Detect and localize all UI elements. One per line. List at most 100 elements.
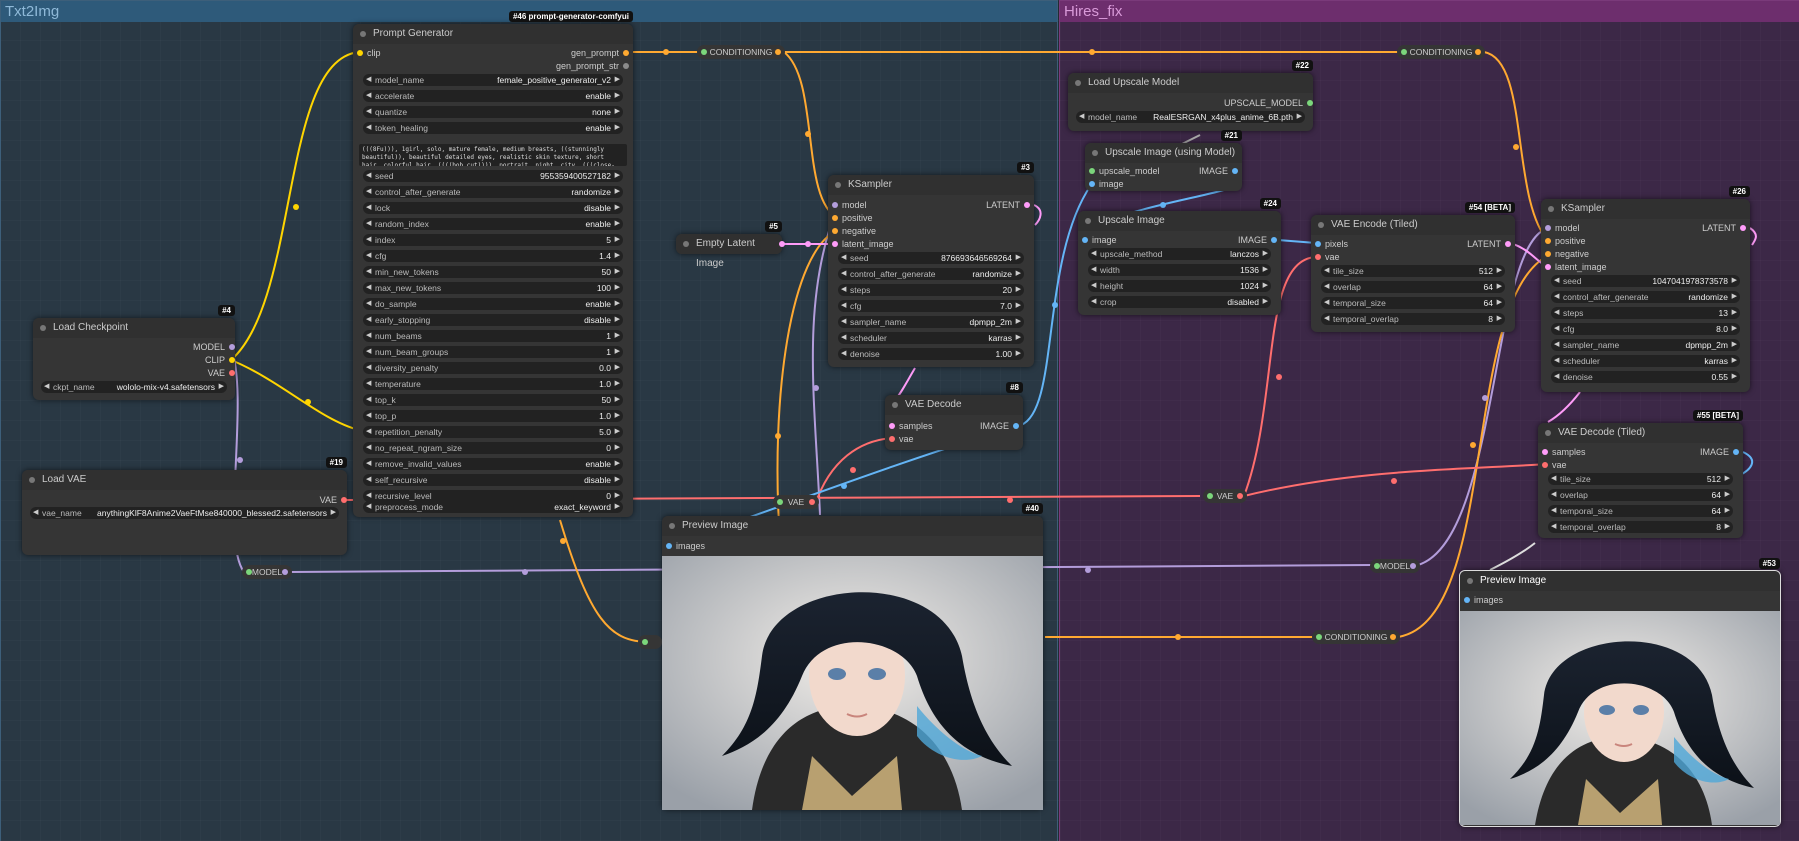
widget-control-after-generate[interactable]: ◀ control_after_generate randomize ▶ <box>1551 291 1740 303</box>
node-title[interactable]: Upscale Image (using Model) <box>1085 143 1242 163</box>
node-ksampler-2[interactable]: #26 KSampler model positive negative lat… <box>1541 186 1750 392</box>
widget-cfg[interactable]: ◀ cfg 7.0 ▶ <box>838 300 1024 312</box>
input-negative[interactable]: negative <box>832 225 876 237</box>
widget-vae-name[interactable]: ◀ vae_name anythingKlF8Anime2VaeFtMse84000… <box>30 507 339 519</box>
widget-top-k[interactable]: ◀ top_k 50 ▶ <box>363 394 623 406</box>
input-negative[interactable]: negative <box>1545 248 1589 260</box>
widget-control-after-generate[interactable]: ◀ control_after_generate randomize ▶ <box>363 186 623 198</box>
widget-height[interactable]: ◀ height 1024 ▶ <box>1088 280 1271 292</box>
widget-token-healing[interactable]: ◀ token_healing enable ▶ <box>363 122 623 134</box>
widget-remove-invalid-values[interactable]: ◀ remove_invalid_values enable ▶ <box>363 458 623 470</box>
widget-num-beams[interactable]: ◀ num_beams 1 ▶ <box>363 330 623 342</box>
widget-control-after-generate[interactable]: ◀ control_after_generate randomize ▶ <box>838 268 1024 280</box>
node-title[interactable]: Empty Latent Image <box>676 234 785 269</box>
node-title[interactable]: Load VAE <box>22 470 347 490</box>
reroute-vae-1[interactable]: VAE <box>773 495 819 509</box>
widget-repetition-penalty[interactable]: ◀ repetition_penalty 5.0 ▶ <box>363 426 623 438</box>
output-latent[interactable]: LATENT <box>986 199 1030 211</box>
reroute-conditioning-3[interactable]: CONDITIONING <box>1312 630 1400 644</box>
output-vae[interactable]: VAE <box>320 494 347 506</box>
widget-no-repeat-ngram-size[interactable]: ◀ no_repeat_ngram_size 0 ▶ <box>363 442 623 454</box>
widget-ckpt-name[interactable]: ◀ ckpt_name wololo-mix-v4.safetensors ▶ <box>41 381 227 393</box>
widget-temperature[interactable]: ◀ temperature 1.0 ▶ <box>363 378 623 390</box>
widget-sampler-name[interactable]: ◀ sampler_name dpmpp_2m ▶ <box>1551 339 1740 351</box>
reroute-conditioning-partial[interactable] <box>638 635 662 649</box>
output-image[interactable]: IMAGE <box>1238 234 1277 246</box>
widget-temporal-size[interactable]: ◀ temporal_size 64 ▶ <box>1548 505 1733 517</box>
group-title-hires-fix[interactable]: Hires_fix <box>1060 1 1799 22</box>
widget-seed[interactable]: ◀ seed 955359400527182 ▶ <box>363 170 623 182</box>
node-empty-latent-image[interactable]: #5 Empty Latent Image <box>676 221 785 269</box>
input-model[interactable]: model <box>832 199 867 211</box>
input-latent-image[interactable]: latent_image <box>1545 261 1607 273</box>
node-upscale-image-using-model[interactable]: #21 Upscale Image (using Model) upscale_… <box>1085 130 1242 191</box>
input-vae[interactable]: vae <box>889 433 914 445</box>
output-image[interactable]: IMAGE <box>980 420 1019 432</box>
widget-width[interactable]: ◀ width 1536 ▶ <box>1088 264 1271 276</box>
node-vae-decode[interactable]: #8 VAE Decode samples vae IMAGE <box>885 382 1023 450</box>
output-model[interactable]: MODEL <box>193 341 235 353</box>
generated-image-preview[interactable] <box>662 556 1043 810</box>
reroute-model-1[interactable]: MODEL <box>242 565 292 579</box>
node-title[interactable]: VAE Encode (Tiled) <box>1311 215 1515 235</box>
widget-denoise[interactable]: ◀ denoise 0.55 ▶ <box>1551 371 1740 383</box>
widget-index[interactable]: ◀ index 5 ▶ <box>363 234 623 246</box>
widget-num-beam-groups[interactable]: ◀ num_beam_groups 1 ▶ <box>363 346 623 358</box>
output-latent[interactable]: LATENT <box>1702 222 1746 234</box>
input-positive[interactable]: positive <box>1545 235 1586 247</box>
prompt-textarea[interactable]: (((8Fu))), 1girl, solo, mature female, m… <box>359 144 627 166</box>
node-load-vae[interactable]: #19 Load VAE VAE ◀ vae_name anythingKlF8An… <box>22 457 347 555</box>
widget-do-sample[interactable]: ◀ do_sample enable ▶ <box>363 298 623 310</box>
widget-random-index[interactable]: ◀ random_index enable ▶ <box>363 218 623 230</box>
node-vae-encode-tiled[interactable]: #54 [BETA] VAE Encode (Tiled) pixels vae… <box>1311 202 1515 332</box>
widget-tile-size[interactable]: ◀ tile_size 512 ▶ <box>1321 265 1505 277</box>
input-upscale-model[interactable]: upscale_model <box>1089 165 1160 177</box>
output-gen-prompt-str[interactable]: gen_prompt_str <box>556 60 629 72</box>
widget-temporal-overlap[interactable]: ◀ temporal_overlap 8 ▶ <box>1321 313 1505 325</box>
widget-steps[interactable]: ◀ steps 20 ▶ <box>838 284 1024 296</box>
node-upscale-image[interactable]: #24 Upscale Image image IMAGE ◀ upscale_m… <box>1078 198 1281 315</box>
reroute-conditioning-1[interactable]: CONDITIONING <box>697 45 785 59</box>
output-clip[interactable]: CLIP <box>205 354 235 366</box>
widget-temporal-size[interactable]: ◀ temporal_size 64 ▶ <box>1321 297 1505 309</box>
widget-min-new-tokens[interactable]: ◀ min_new_tokens 50 ▶ <box>363 266 623 278</box>
widget-cfg[interactable]: ◀ cfg 1.4 ▶ <box>363 250 623 262</box>
node-prompt-generator[interactable]: #46 prompt-generator-comfyui Prompt Gene… <box>353 11 633 517</box>
widget-model-name[interactable]: ◀ model_name RealESRGAN_x4plus_anime_6B.pt… <box>1076 111 1305 123</box>
widget-seed[interactable]: ◀ seed 876693646569264 ▶ <box>838 252 1024 264</box>
node-title[interactable]: Preview Image <box>662 516 1043 536</box>
node-title[interactable]: KSampler <box>1541 199 1750 219</box>
output-gen-prompt[interactable]: gen_prompt <box>571 47 629 59</box>
node-title[interactable]: KSampler <box>828 175 1034 195</box>
input-pixels[interactable]: pixels <box>1315 238 1348 250</box>
widget-denoise[interactable]: ◀ denoise 1.00 ▶ <box>838 348 1024 360</box>
input-samples[interactable]: samples <box>1542 446 1586 458</box>
output-vae[interactable]: VAE <box>208 367 235 379</box>
output-image[interactable]: IMAGE <box>1700 446 1739 458</box>
node-title[interactable]: Load Upscale Model <box>1068 73 1313 93</box>
input-image[interactable]: image <box>1082 234 1117 246</box>
widget-overlap[interactable]: ◀ overlap 64 ▶ <box>1548 489 1733 501</box>
input-vae[interactable]: vae <box>1315 251 1340 263</box>
input-clip[interactable]: clip <box>357 47 381 59</box>
widget-diversity-penalty[interactable]: ◀ diversity_penalty 0.0 ▶ <box>363 362 623 374</box>
node-load-checkpoint[interactable]: #4 Load Checkpoint MODEL CLIP VAE ◀ ckpt_… <box>33 305 235 400</box>
node-preview-image-1[interactable]: #40 Preview Image images <box>662 503 1043 810</box>
node-load-upscale-model[interactable]: #22 Load Upscale Model UPSCALE_MODEL ◀ mo… <box>1068 60 1313 131</box>
widget-sampler-name[interactable]: ◀ sampler_name dpmpp_2m ▶ <box>838 316 1024 328</box>
output-upscale-model[interactable]: UPSCALE_MODEL <box>1224 97 1313 109</box>
node-title[interactable]: Preview Image <box>1460 571 1780 591</box>
node-title[interactable]: VAE Decode <box>885 395 1023 415</box>
widget-seed[interactable]: ◀ seed 1047041978373578 ▶ <box>1551 275 1740 287</box>
input-samples[interactable]: samples <box>889 420 933 432</box>
input-model[interactable]: model <box>1545 222 1580 234</box>
reroute-vae-2[interactable]: VAE <box>1203 489 1247 503</box>
input-vae[interactable]: vae <box>1542 459 1567 471</box>
widget-scheduler[interactable]: ◀ scheduler karras ▶ <box>1551 355 1740 367</box>
reroute-model-2[interactable]: MODEL <box>1370 559 1420 573</box>
input-positive[interactable]: positive <box>832 212 873 224</box>
input-image[interactable]: image <box>1089 178 1124 190</box>
upscaled-image-preview[interactable] <box>1460 611 1780 825</box>
node-title[interactable]: Upscale Image <box>1078 211 1281 231</box>
widget-accelerate[interactable]: ◀ accelerate enable ▶ <box>363 90 623 102</box>
